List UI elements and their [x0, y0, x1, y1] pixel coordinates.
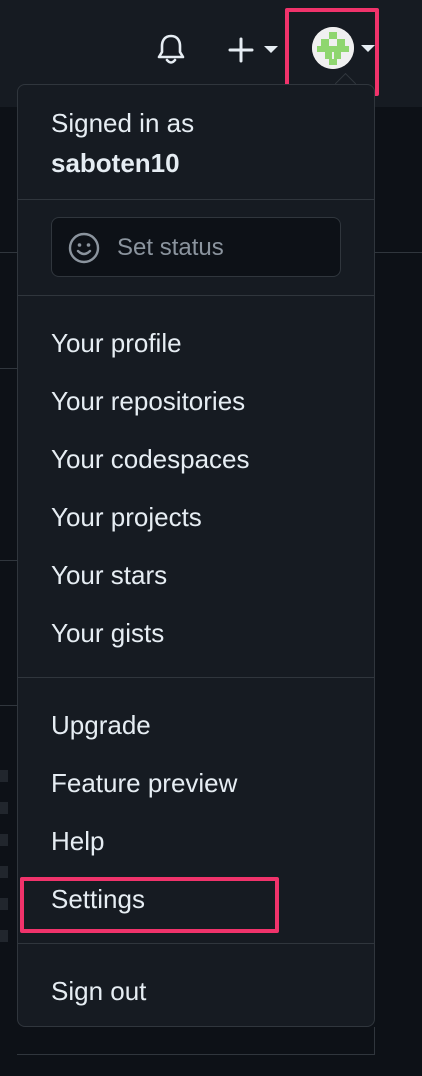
menu-item-your-projects[interactable]: Your projects — [51, 501, 202, 533]
menu-divider — [18, 295, 374, 296]
sign-out-button[interactable]: Sign out — [51, 975, 146, 1007]
signed-in-label: Signed in as — [51, 108, 195, 138]
user-dropdown-menu: Signed in as saboten10 Set status Your p… — [17, 84, 375, 1027]
chevron-down-icon — [361, 45, 375, 52]
background-block — [0, 802, 8, 814]
menu-item-your-repositories[interactable]: Your repositories — [51, 385, 245, 417]
menu-item-your-gists[interactable]: Your gists — [51, 617, 164, 649]
menu-item-your-codespaces[interactable]: Your codespaces — [51, 443, 250, 475]
menu-item-help[interactable]: Help — [51, 825, 104, 857]
menu-item-your-profile[interactable]: Your profile — [51, 327, 182, 359]
menu-divider — [18, 199, 374, 200]
set-status-button[interactable]: Set status — [51, 217, 341, 277]
menu-item-your-stars[interactable]: Your stars — [51, 559, 167, 591]
username[interactable]: saboten10 — [51, 147, 180, 179]
create-new-button[interactable] — [226, 30, 284, 68]
notifications-button[interactable] — [152, 30, 190, 68]
menu-item-settings[interactable]: Settings — [51, 883, 145, 915]
background-block — [0, 866, 8, 878]
menu-item-feature-preview[interactable]: Feature preview — [51, 767, 237, 799]
background-block — [0, 930, 8, 942]
background-block — [0, 770, 8, 782]
background-block — [0, 898, 8, 910]
menu-divider — [18, 943, 374, 944]
smiley-icon — [68, 232, 100, 264]
set-status-label: Set status — [117, 234, 224, 261]
user-menu-button[interactable] — [306, 24, 378, 74]
chevron-down-icon — [264, 46, 278, 53]
plus-icon — [228, 37, 254, 63]
menu-divider — [18, 677, 374, 678]
identicon-icon — [312, 27, 354, 69]
menu-item-upgrade[interactable]: Upgrade — [51, 709, 151, 741]
avatar — [312, 27, 354, 69]
bell-icon — [157, 34, 185, 64]
background-block — [0, 834, 8, 846]
